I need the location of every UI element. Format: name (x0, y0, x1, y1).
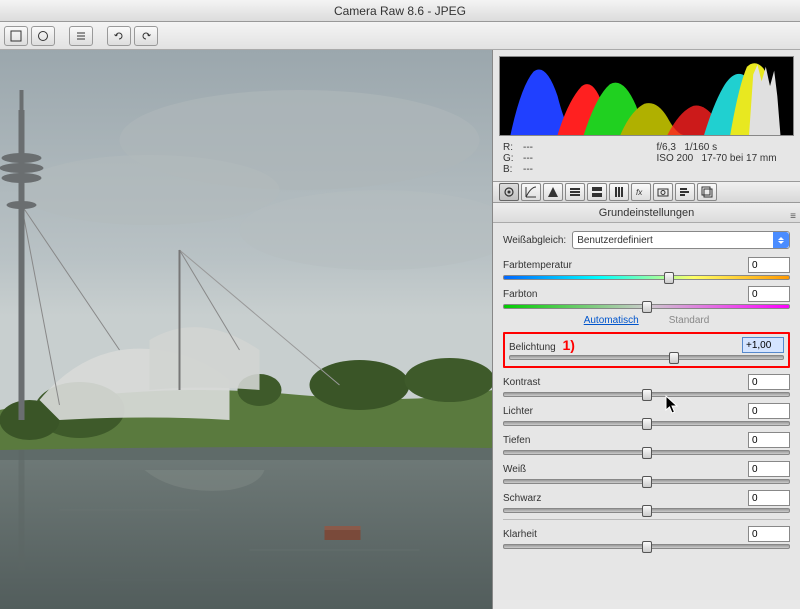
tint-input[interactable] (748, 286, 790, 302)
tab-camera-icon[interactable] (653, 183, 673, 201)
panel-tabbar: fx (493, 181, 800, 203)
top-toolbar (0, 22, 800, 50)
tool-circle-icon[interactable] (31, 26, 55, 46)
tool-rotate-ccw-icon[interactable] (107, 26, 131, 46)
tool-rect-icon[interactable] (4, 26, 28, 46)
image-info: R:--- G:--- B:--- f/6,3 1/160 s ISO 200 … (493, 138, 800, 181)
exposure-highlight: Belichtung 1) (503, 332, 790, 368)
whites-input[interactable] (748, 461, 790, 477)
temperature-slider[interactable]: Farbtemperatur (503, 257, 790, 280)
tab-fx-icon[interactable]: fx (631, 183, 651, 201)
tool-list-icon[interactable] (69, 26, 93, 46)
exposure-slider[interactable]: Belichtung 1) (509, 337, 784, 360)
panel-title: Grundeinstellungen ≡ (493, 203, 800, 223)
clarity-slider[interactable]: Klarheit (503, 526, 790, 549)
contrast-input[interactable] (748, 374, 790, 390)
standard-link[interactable]: Standard (669, 315, 710, 326)
tool-rotate-cw-icon[interactable] (134, 26, 158, 46)
tab-detail-icon[interactable] (543, 183, 563, 201)
panel-menu-icon[interactable]: ≡ (790, 207, 796, 227)
histogram[interactable] (499, 56, 794, 136)
basic-panel: Weißabgleich: Benutzerdefiniert Farbtemp… (493, 223, 800, 600)
annotation-1: 1) (562, 337, 574, 353)
tab-snapshots-icon[interactable] (697, 183, 717, 201)
exposure-input[interactable] (742, 337, 784, 353)
shadows-input[interactable] (748, 432, 790, 448)
tab-curve-icon[interactable] (521, 183, 541, 201)
tab-hsl-icon[interactable] (565, 183, 585, 201)
contrast-slider[interactable]: Kontrast (503, 374, 790, 397)
shadows-slider[interactable]: Tiefen (503, 432, 790, 455)
temperature-input[interactable] (748, 257, 790, 273)
whites-slider[interactable]: Weiß (503, 461, 790, 484)
blacks-input[interactable] (748, 490, 790, 506)
tab-basic-icon[interactable] (499, 183, 519, 201)
auto-link[interactable]: Automatisch (584, 315, 639, 326)
tab-lens-icon[interactable] (609, 183, 629, 201)
window-title: Camera Raw 8.6 - JPEG (0, 0, 800, 22)
blacks-slider[interactable]: Schwarz (503, 490, 790, 513)
tab-split-icon[interactable] (587, 183, 607, 201)
image-preview[interactable] (0, 50, 493, 609)
svg-text:fx: fx (636, 188, 643, 197)
clarity-input[interactable] (748, 526, 790, 542)
highlights-input[interactable] (748, 403, 790, 419)
tint-slider[interactable]: Farbton (503, 286, 790, 309)
wb-label: Weißabgleich: (503, 235, 566, 246)
wb-select[interactable]: Benutzerdefiniert (572, 231, 790, 249)
highlights-slider[interactable]: Lichter (503, 403, 790, 426)
tab-presets-icon[interactable] (675, 183, 695, 201)
